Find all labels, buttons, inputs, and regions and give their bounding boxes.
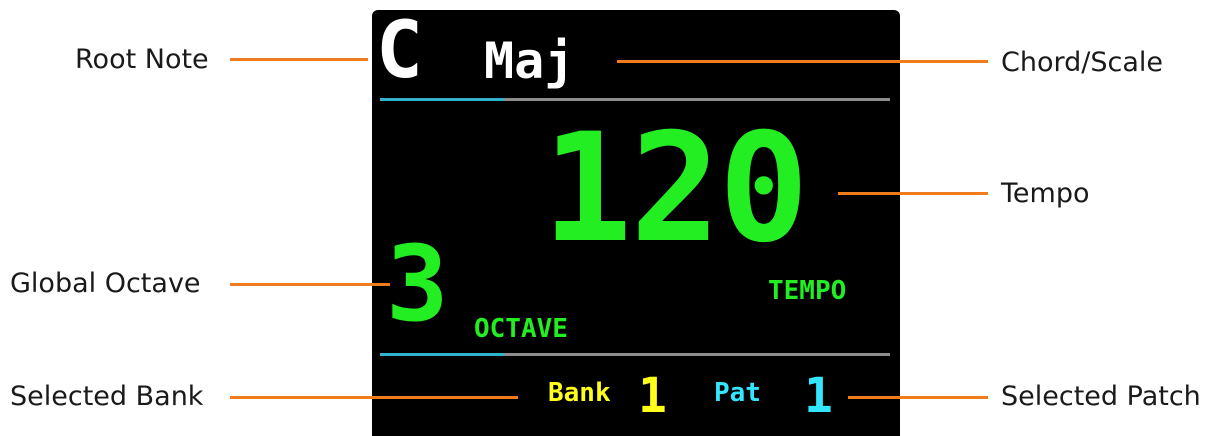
leader-tempo <box>838 192 988 195</box>
octave-label: OCTAVE <box>474 314 568 344</box>
tempo-value: 120 <box>542 102 809 276</box>
callout-chord-scale: Chord/Scale <box>1001 47 1163 78</box>
patch-value: 1 <box>804 368 833 424</box>
leader-chord-scale <box>617 60 988 63</box>
device-display: C Maj 120 TEMPO 3 OCTAVE Bank 1 Pat 1 <box>372 10 900 436</box>
callout-selected-bank: Selected Bank <box>10 381 204 412</box>
leader-selected-patch <box>848 396 988 399</box>
bank-label: Bank <box>548 378 611 408</box>
top-divider-accent <box>380 98 504 101</box>
chord-scale-value: Maj <box>484 32 575 90</box>
tempo-label: TEMPO <box>768 276 847 306</box>
patch-label: Pat <box>714 378 761 408</box>
callout-selected-patch: Selected Patch <box>1001 381 1201 412</box>
leader-selected-bank <box>230 396 518 399</box>
bottom-divider-accent <box>380 353 504 356</box>
callout-tempo: Tempo <box>1001 178 1090 209</box>
root-note-value: C <box>376 6 423 96</box>
bank-value: 1 <box>638 368 667 424</box>
leader-global-octave <box>230 283 390 286</box>
leader-root-note <box>230 58 368 61</box>
callout-global-octave: Global Octave <box>10 268 201 299</box>
octave-value: 3 <box>386 223 449 345</box>
callout-root-note: Root Note <box>75 44 209 75</box>
